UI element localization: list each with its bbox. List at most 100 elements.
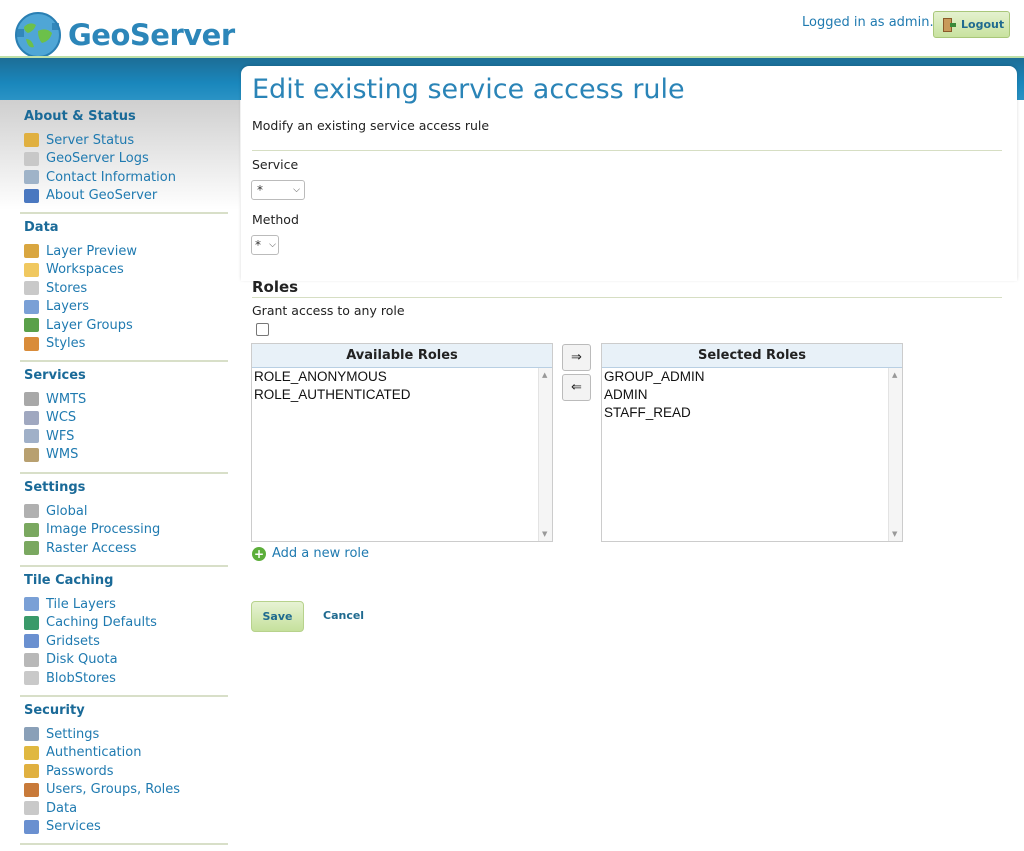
scroll-down-icon[interactable]: ▼ <box>542 530 547 538</box>
sidebar-item-blobstores[interactable]: BlobStores <box>24 669 157 688</box>
sidebar-item-layer-groups[interactable]: Layer Groups <box>24 316 137 335</box>
arrow-left-icon: ⇐ <box>571 380 582 395</box>
service-value: * <box>257 183 263 197</box>
sidebar-item-wms[interactable]: WMS <box>24 446 86 465</box>
scroll-down-icon[interactable]: ▼ <box>892 530 897 538</box>
sidebar-item-label: About GeoServer <box>46 188 158 204</box>
role-option[interactable]: STAFF_READ <box>604 404 902 422</box>
sidebar-item-workspaces[interactable]: Workspaces <box>24 261 137 280</box>
roles-heading: Roles <box>252 278 299 296</box>
logs-icon <box>24 151 39 166</box>
role-option[interactable]: GROUP_ADMIN <box>604 368 902 386</box>
sidebar-item-stores[interactable]: Stores <box>24 279 137 298</box>
sidebar-section: Settings Global Image Processing Raster Acc… <box>24 480 160 558</box>
sidebar-item-authentication[interactable]: Authentication <box>24 744 180 763</box>
sidebar-item-label: Raster Access <box>46 540 137 556</box>
sidebar-section: Services WMTS WCS WFS WMS <box>24 368 86 464</box>
scroll-up-icon[interactable]: ▲ <box>542 371 547 379</box>
logout-label: Logout <box>961 18 1005 31</box>
cancel-link[interactable]: Cancel <box>323 609 364 622</box>
sidebar-item-gridsets[interactable]: Gridsets <box>24 632 157 651</box>
sidebar-item-global[interactable]: Global <box>24 502 160 521</box>
database-icon <box>24 281 39 296</box>
header: GeoServer Logged in as admin. Logout <box>0 0 1024 58</box>
sidebar-item-label: WFS <box>46 428 75 444</box>
sidebar-item-label: GeoServer Logs <box>46 151 149 167</box>
sidebar-item-contact-information[interactable]: Contact Information <box>24 168 176 187</box>
selected-roles-items: GROUP_ADMIN ADMIN STAFF_READ <box>602 368 902 422</box>
service-label: Service <box>252 157 299 172</box>
available-roles-list[interactable]: Available Roles ROLE_ANONYMOUS ROLE_AUTHE… <box>251 343 553 542</box>
sidebar-item-settings[interactable]: Settings <box>24 725 180 744</box>
sidebar-divider <box>20 360 228 362</box>
grant-any-role-label: Grant access to any role <box>252 303 405 318</box>
sidebar-item-layer-preview[interactable]: Layer Preview <box>24 242 137 261</box>
service-select[interactable]: * ⌵ <box>251 180 305 200</box>
sidebar-divider <box>20 565 228 567</box>
selected-roles-header: Selected Roles <box>602 344 902 368</box>
sidebar-item-wfs[interactable]: WFS <box>24 427 86 446</box>
image-processing-icon <box>24 522 39 537</box>
raster-access-icon <box>24 541 39 556</box>
wmts-service-icon <box>24 392 39 407</box>
layer-groups-icon <box>24 318 39 333</box>
scrollbar[interactable]: ▲ ▼ <box>888 368 902 541</box>
sidebar-item-disk-quota[interactable]: Disk Quota <box>24 651 157 670</box>
sidebar-item-services[interactable]: Services <box>24 818 180 837</box>
method-value: * <box>255 238 261 252</box>
sidebar-item-server-status[interactable]: Server Status <box>24 131 176 150</box>
sidebar-item-label: Services <box>46 819 101 835</box>
scroll-up-icon[interactable]: ▲ <box>892 371 897 379</box>
scrollbar[interactable]: ▲ ▼ <box>538 368 552 541</box>
add-new-role-link[interactable]: + Add a new role <box>252 546 369 561</box>
sidebar-item-label: Authentication <box>46 745 142 761</box>
sidebar-item-label: Layers <box>46 299 90 315</box>
role-option[interactable]: ROLE_AUTHENTICATED <box>254 386 552 404</box>
sidebar-item-image-processing[interactable]: Image Processing <box>24 521 160 540</box>
selected-roles-list[interactable]: Selected Roles GROUP_ADMIN ADMIN STAFF_REA… <box>601 343 903 542</box>
role-option[interactable]: ROLE_ANONYMOUS <box>254 368 552 386</box>
info-icon <box>24 188 39 203</box>
sidebar-item-passwords[interactable]: Passwords <box>24 762 180 781</box>
sidebar-item-about-geoserver[interactable]: About GeoServer <box>24 187 176 206</box>
geoserver-logo[interactable]: GeoServer <box>12 10 235 60</box>
sidebar-item-label: Server Status <box>46 132 135 148</box>
sidebar-item-layers[interactable]: Layers <box>24 298 137 317</box>
remove-from-selected-button[interactable]: ⇐ <box>562 374 591 401</box>
sidebar-item-wmts[interactable]: WMTS <box>24 390 86 409</box>
save-button[interactable]: Save <box>251 601 304 632</box>
sidebar-item-label: WCS <box>46 410 77 426</box>
method-select[interactable]: * ⌵ <box>251 235 279 255</box>
sidebar-item-label: Contact Information <box>46 169 176 185</box>
logout-button[interactable]: Logout <box>933 11 1010 38</box>
contact-card-icon <box>24 170 39 185</box>
sidebar-section-title: Services <box>24 368 86 383</box>
layers-icon <box>24 299 39 314</box>
sidebar-item-label: WMS <box>46 447 79 463</box>
sidebar-item-caching-defaults[interactable]: Caching Defaults <box>24 614 157 633</box>
sidebar-item-tile-layers[interactable]: Tile Layers <box>24 595 157 614</box>
sidebar-item-raster-access[interactable]: Raster Access <box>24 539 160 558</box>
sidebar-section: About & Status Server Status GeoServer Log… <box>24 109 176 205</box>
sidebar-item-styles[interactable]: Styles <box>24 335 137 354</box>
services-security-icon <box>24 819 39 834</box>
sidebar-divider <box>20 695 228 697</box>
sidebar-item-geoserver-logs[interactable]: GeoServer Logs <box>24 150 176 169</box>
divider <box>252 297 1002 298</box>
role-option[interactable]: ADMIN <box>604 386 902 404</box>
sidebar-item-users-groups-roles[interactable]: Users, Groups, Roles <box>24 781 180 800</box>
sidebar-section-title: Settings <box>24 480 86 495</box>
grant-any-role-checkbox[interactable] <box>256 323 269 336</box>
sidebar-item-label: Stores <box>46 280 88 296</box>
sidebar-divider <box>20 212 228 214</box>
add-to-selected-button[interactable]: ⇒ <box>562 344 591 371</box>
palette-icon <box>24 336 39 351</box>
logged-in-status: Logged in as admin. <box>802 15 934 30</box>
lock-icon <box>24 764 39 779</box>
sidebar-item-wcs[interactable]: WCS <box>24 409 86 428</box>
sidebar-item-data[interactable]: Data <box>24 799 180 818</box>
shield-icon <box>24 745 39 760</box>
sidebar-item-label: Layer Groups <box>46 317 133 333</box>
users-icon <box>24 782 39 797</box>
sidebar-item-label: Disk Quota <box>46 652 118 668</box>
